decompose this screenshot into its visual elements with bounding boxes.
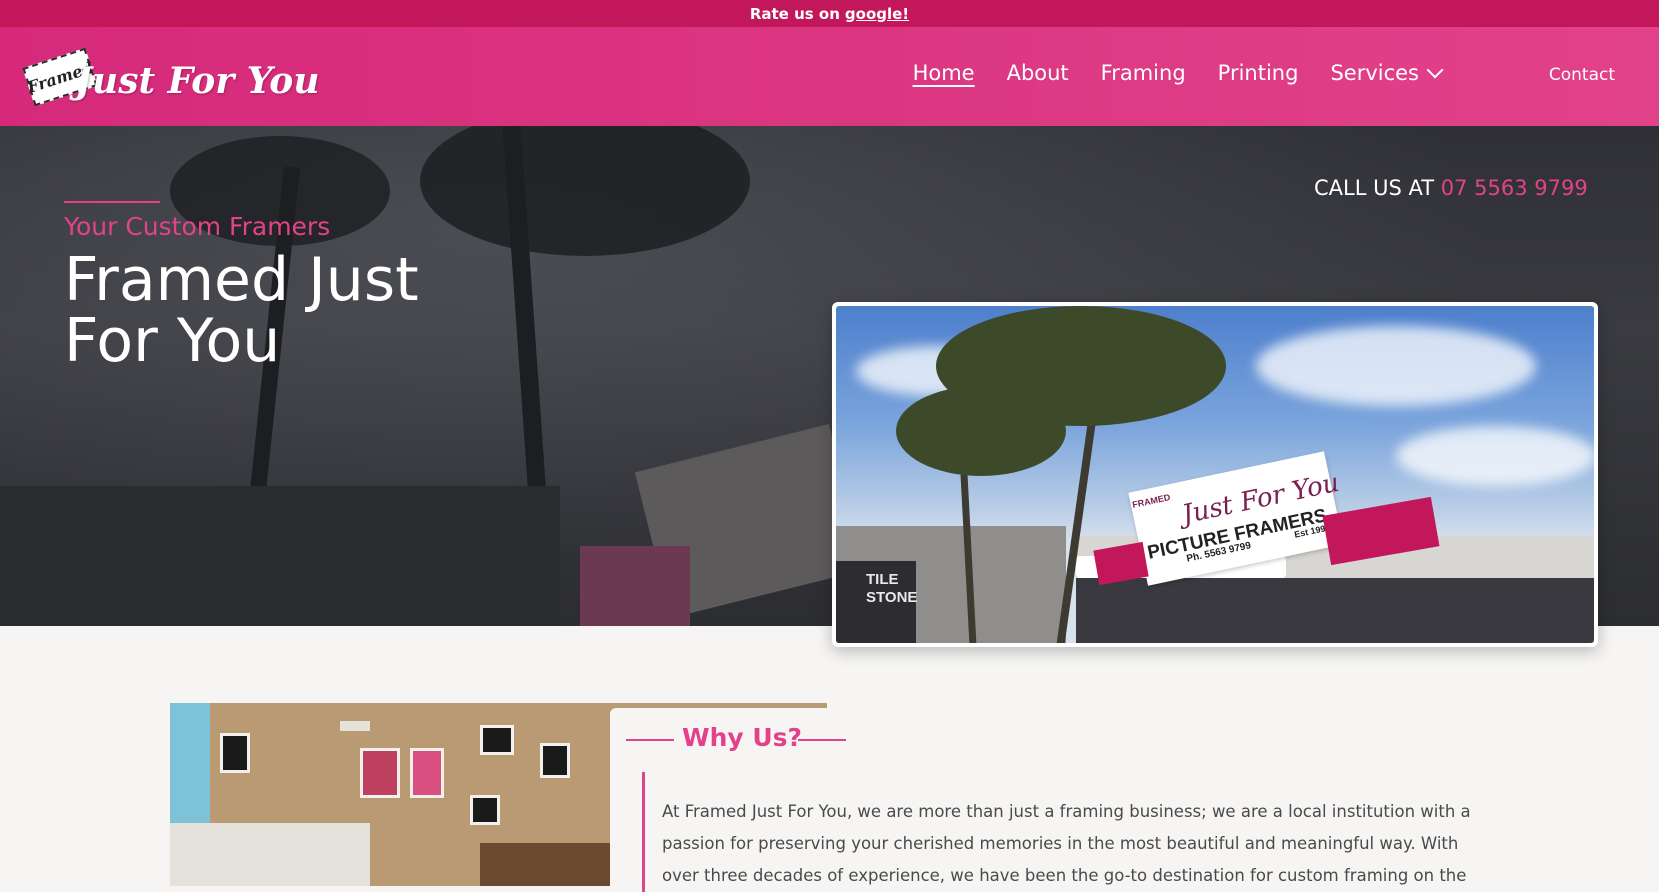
why-us-title: Why Us?	[682, 723, 803, 752]
announcement-bar: Rate us on google!	[0, 0, 1659, 27]
main-nav: Home About Framing Printing Services	[913, 61, 1444, 85]
cloud	[1396, 426, 1594, 486]
google-review-link[interactable]: google!	[845, 5, 909, 23]
nav-home[interactable]: Home	[913, 61, 975, 85]
site-header: Framed Just For You Home About Framing P…	[0, 27, 1659, 126]
bg-sign-pink	[580, 546, 690, 626]
nav-framing[interactable]: Framing	[1101, 61, 1186, 85]
call-us: CALL US AT 07 5563 9799	[1314, 176, 1588, 200]
nav-services[interactable]: Services	[1330, 61, 1444, 85]
phone-link[interactable]: 07 5563 9799	[1441, 176, 1588, 200]
why-rule-left	[626, 739, 674, 741]
hero-subtitle: Your Custom Framers	[64, 212, 331, 241]
nav-printing[interactable]: Printing	[1218, 61, 1299, 85]
chevron-down-icon	[1426, 61, 1444, 78]
photo-palm-fronds-2	[896, 386, 1066, 476]
wall-frame	[480, 725, 514, 755]
contact-link[interactable]: Contact	[1549, 65, 1615, 85]
why-us-text: At Framed Just For You, we are more than…	[662, 802, 1471, 885]
storefront-photo: Just For You PICTURE FRAMERS Ph. 5563 97…	[836, 306, 1594, 643]
photo-tile-sign-text: TILE STONE	[866, 571, 918, 606]
hero-accent-rule	[64, 201, 160, 203]
hero-title: Framed Just For You	[64, 245, 419, 376]
wall-frame	[360, 748, 400, 798]
frame-rack	[170, 823, 370, 886]
storefront-photo-card: Just For You PICTURE FRAMERS Ph. 5563 97…	[832, 302, 1598, 647]
logo-wordmark: Just For You	[75, 60, 320, 102]
nav-about[interactable]: About	[1007, 61, 1069, 85]
counter	[480, 843, 610, 886]
wall-frame	[540, 743, 570, 778]
why-rule-right	[798, 739, 846, 741]
wall-frame	[410, 748, 444, 798]
photo-storefront	[1076, 578, 1594, 643]
wall-frame	[220, 733, 250, 773]
bg-building	[0, 486, 560, 626]
announcement-text: Rate us on	[749, 4, 840, 23]
site-logo[interactable]: Framed Just For You	[22, 43, 320, 113]
wall-frame	[470, 795, 500, 825]
nav-services-label: Services	[1330, 61, 1419, 85]
call-prefix: CALL US AT	[1314, 176, 1435, 200]
why-quote-bar	[642, 772, 645, 892]
air-conditioner	[340, 721, 370, 731]
why-us-card: Why Us? At Framed Just For You, we are m…	[610, 708, 1498, 892]
cloud	[1256, 326, 1536, 406]
